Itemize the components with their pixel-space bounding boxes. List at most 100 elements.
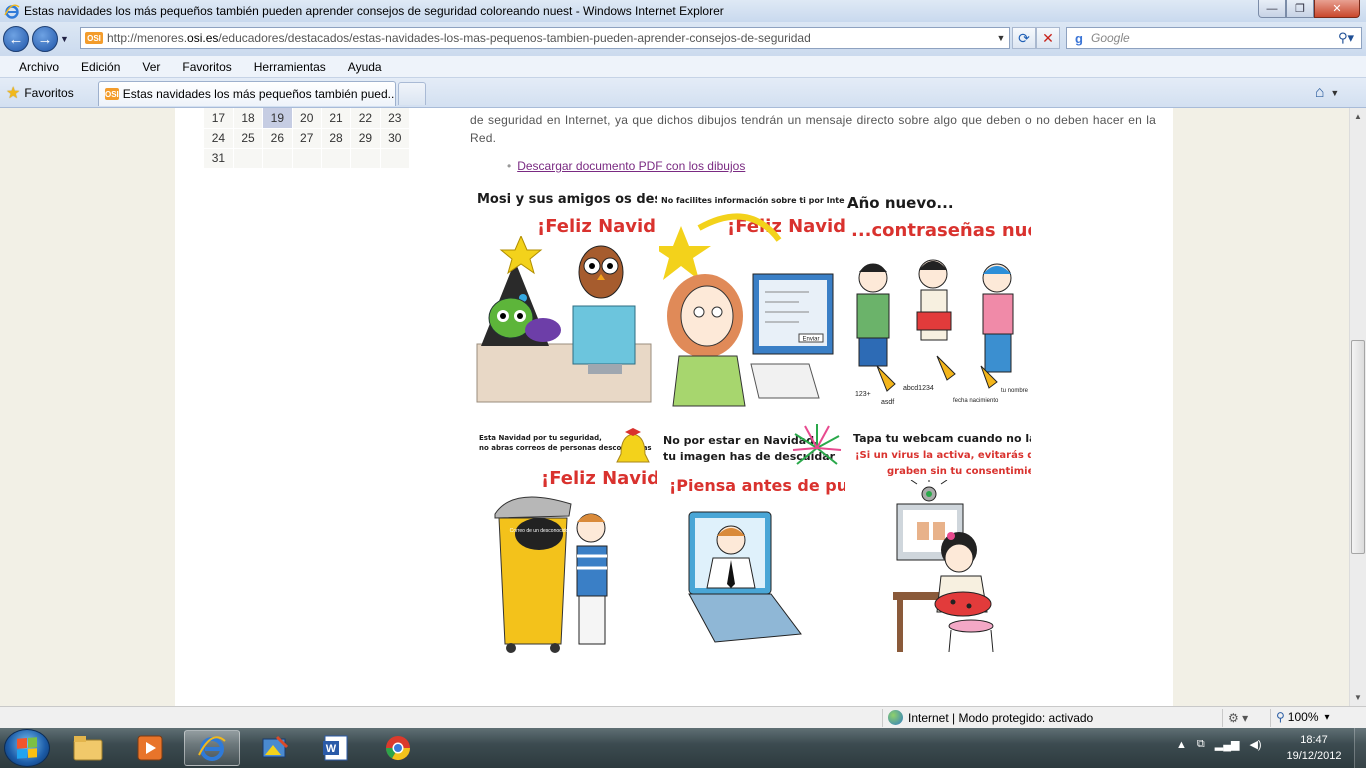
calendar-day[interactable]: 26 bbox=[262, 128, 293, 149]
scroll-up-button[interactable]: ▲ bbox=[1350, 108, 1366, 125]
back-button[interactable]: ← bbox=[3, 26, 29, 52]
search-input[interactable]: Google bbox=[1091, 31, 1331, 45]
password-caption: asdf bbox=[881, 399, 894, 406]
vertical-scrollbar[interactable]: ▲ ▼ bbox=[1349, 108, 1366, 706]
calendar-day[interactable]: 21 bbox=[321, 108, 352, 129]
taskbar-word[interactable]: W bbox=[308, 730, 364, 766]
network-adapter-icon[interactable]: ⧉ bbox=[1197, 738, 1205, 751]
laptop-drawing bbox=[688, 511, 802, 643]
taskbar-image-editor[interactable] bbox=[246, 730, 302, 766]
page-content: 17 18 19 20 21 22 23 24 25 26 27 28 29 3… bbox=[175, 108, 1173, 706]
taskbar-internet-explorer[interactable] bbox=[184, 730, 240, 766]
status-bar: Internet | Modo protegido: activado ⚙ ▾ … bbox=[0, 706, 1366, 728]
calendar-day[interactable]: 30 bbox=[380, 128, 411, 149]
webcam-girl-drawing bbox=[893, 480, 994, 653]
show-desktop-button[interactable] bbox=[1354, 728, 1366, 768]
calendar-empty-cell bbox=[350, 148, 381, 169]
new-tab-button[interactable] bbox=[398, 82, 426, 105]
menu-bar: Archivo Edición Ver Favoritos Herramient… bbox=[0, 56, 1366, 78]
calendar-day-today[interactable]: 19 bbox=[262, 108, 293, 129]
system-tray: ▲ ⧉ ▂▄▆ ◀) bbox=[1176, 738, 1262, 751]
internet-explorer-icon bbox=[198, 736, 226, 761]
kids-passwords-drawing: 123+ asdf abcd1234 fecha nacimiento tu n… bbox=[855, 259, 1029, 406]
security-zone[interactable]: Internet | Modo protegido: activado bbox=[888, 710, 1093, 725]
menu-ayuda[interactable]: Ayuda bbox=[337, 60, 393, 74]
calendar-day[interactable]: 18 bbox=[233, 108, 264, 129]
panel-headline: ¡Piensa antes de publicar! bbox=[669, 476, 845, 495]
start-button[interactable] bbox=[4, 729, 50, 767]
menu-edicion[interactable]: Edición bbox=[70, 60, 131, 74]
system-clock[interactable]: 18:47 19/12/2012 bbox=[1282, 732, 1346, 764]
taskbar-explorer[interactable] bbox=[60, 730, 116, 766]
google-icon: g bbox=[1071, 30, 1087, 46]
taskbar-chrome[interactable] bbox=[370, 730, 426, 766]
home-button[interactable]: ⌂ ▼ bbox=[1304, 82, 1350, 104]
bell-icon bbox=[616, 428, 650, 463]
address-dropdown-icon[interactable]: ▼ bbox=[993, 33, 1009, 43]
trash-bin-drawing: Correo de un desconocido bbox=[494, 496, 608, 653]
browser-tab[interactable]: OSI Estas navidades los más pequeños tam… bbox=[98, 81, 396, 106]
window-controls: — ❐ ✕ bbox=[1258, 0, 1360, 18]
calendar-day[interactable]: 22 bbox=[350, 108, 381, 129]
search-box[interactable]: g Google ⚲▾ bbox=[1066, 27, 1362, 49]
search-icon[interactable]: ⚲▾ bbox=[1331, 30, 1361, 46]
arrow-left-icon: ← bbox=[8, 30, 24, 48]
security-zone-text: Internet | Modo protegido: activado bbox=[908, 710, 1094, 725]
signal-bars-icon[interactable]: ▂▄▆ bbox=[1215, 738, 1240, 751]
calendar-empty-cell bbox=[292, 148, 322, 169]
calendar-empty-cell bbox=[321, 148, 352, 169]
calendar-day[interactable]: 28 bbox=[321, 128, 352, 149]
tab-favicon: OSI bbox=[105, 88, 119, 100]
svg-text:W: W bbox=[326, 743, 337, 755]
calendar-day[interactable]: 31 bbox=[204, 148, 234, 169]
volume-icon[interactable]: ◀) bbox=[1249, 738, 1261, 751]
calendar-day[interactable]: 20 bbox=[292, 108, 322, 129]
download-pdf-link[interactable]: Descargar documento PDF con los dibujos bbox=[517, 159, 745, 173]
zoom-control[interactable]: ⚲ 100% ▾ bbox=[1276, 710, 1330, 724]
refresh-button[interactable]: ⟳ bbox=[1012, 27, 1036, 49]
forward-button[interactable]: → bbox=[32, 26, 58, 52]
calendar-day[interactable]: 27 bbox=[292, 128, 322, 149]
calendar-day[interactable]: 25 bbox=[233, 128, 264, 149]
calendar-day[interactable]: 23 bbox=[380, 108, 411, 129]
panel-headline: ...contraseñas nuevas bbox=[851, 220, 1031, 241]
stop-button[interactable]: ✕ bbox=[1036, 27, 1060, 49]
minimize-button[interactable]: — bbox=[1258, 0, 1286, 18]
status-divider bbox=[1270, 709, 1271, 727]
taskbar-media-player[interactable] bbox=[122, 730, 178, 766]
folder-icon bbox=[73, 736, 103, 761]
menu-herramientas[interactable]: Herramientas bbox=[243, 60, 337, 74]
site-favicon: OSI bbox=[85, 32, 103, 44]
tab-title: Estas navidades los más pequeños también… bbox=[122, 87, 396, 101]
menu-favoritos[interactable]: Favoritos bbox=[171, 60, 242, 74]
girl-computer-drawing: Enviar bbox=[659, 213, 834, 407]
tray-expand-icon[interactable]: ▲ bbox=[1176, 739, 1187, 751]
zoom-dropdown-icon[interactable]: ▾ bbox=[1325, 712, 1330, 723]
email-bubble-text: Correo de un desconocido bbox=[510, 528, 569, 534]
zoom-icon: ⚲ bbox=[1276, 710, 1285, 724]
page-viewport: 17 18 19 20 21 22 23 24 25 26 27 28 29 3… bbox=[0, 108, 1349, 706]
panel-caption: Año nuevo... bbox=[847, 194, 954, 212]
maximize-button[interactable]: ❐ bbox=[1286, 0, 1314, 18]
calendar-day[interactable]: 29 bbox=[350, 128, 381, 149]
calendar-day[interactable]: 17 bbox=[204, 108, 234, 129]
menu-archivo[interactable]: Archivo bbox=[8, 60, 70, 74]
url-prefix: http://menores. bbox=[107, 31, 188, 45]
close-button[interactable]: ✕ bbox=[1314, 0, 1360, 18]
menu-ver[interactable]: Ver bbox=[131, 60, 171, 74]
title-bar: Estas navidades los más pequeños también… bbox=[0, 0, 1366, 22]
mosi-christmas-drawing bbox=[476, 236, 652, 403]
window-title: Estas navidades los más pequeños también… bbox=[24, 4, 724, 18]
address-bar[interactable]: OSI http://menores.osi.es/educadores/des… bbox=[80, 27, 1010, 49]
url-host: osi.es bbox=[187, 31, 219, 45]
calendar-day[interactable]: 24 bbox=[204, 128, 234, 149]
favorites-button[interactable]: ★ Favoritos bbox=[6, 82, 74, 104]
favorites-label: Favoritos bbox=[24, 86, 74, 100]
illustration-mosi-christmas: Mosi y sus amigos os desean ¡Feliz Navid… bbox=[473, 186, 657, 408]
chevron-down-icon[interactable]: ▼ bbox=[1330, 88, 1339, 98]
url-text[interactable]: http://menores.osi.es/educadores/destaca… bbox=[107, 31, 993, 45]
recent-pages-dropdown[interactable]: ▼ bbox=[60, 34, 72, 44]
scroll-down-button[interactable]: ▼ bbox=[1350, 689, 1366, 706]
scrollbar-thumb[interactable] bbox=[1351, 340, 1365, 554]
protected-mode-icon[interactable]: ⚙ ▾ bbox=[1228, 711, 1248, 725]
